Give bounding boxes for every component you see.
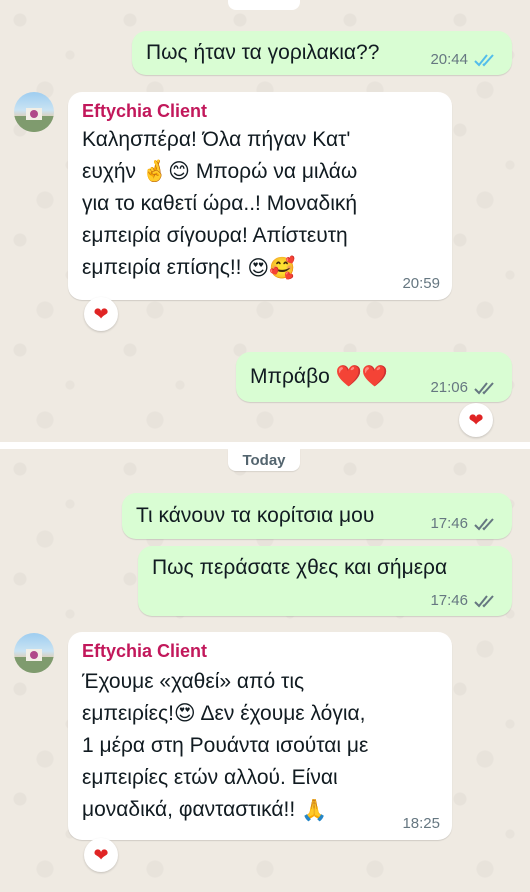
heart-reaction-icon[interactable]: ❤ [459, 403, 493, 437]
message-line: εμπειρία επίσης!! 😍🥰 [82, 252, 357, 284]
contact-avatar[interactable] [14, 633, 54, 673]
heart-eyes-emoji: 😍 [173, 702, 196, 726]
message-line-part: μοναδικά, φανταστικά!! [82, 798, 296, 822]
heart-reaction-icon[interactable]: ❤ [84, 297, 118, 331]
date-separator: Today [228, 449, 300, 471]
message-time: 18:25 [402, 815, 440, 832]
message-meta: 18:25 [402, 816, 440, 832]
smiling-face-emoji: 😊 [168, 160, 190, 184]
outgoing-message[interactable]: Μπράβο ❤️❤️ 21:06 [236, 352, 512, 402]
smiling-face-with-hearts-emoji: 🥰 [269, 256, 296, 280]
message-line: Μπράβο ❤️❤️ [250, 361, 388, 393]
incoming-message[interactable]: Eftychia Client Έχουμε «χαθεί» από τις ε… [68, 632, 452, 840]
double-check-delivered-icon [474, 518, 494, 531]
message-body: Καλησπέρα! Όλα πήγαν Κατ' ευχήν 🤞😊 Μπορώ… [82, 124, 357, 285]
incoming-message[interactable]: Eftychia Client Καλησπέρα! Όλα πήγαν Κατ… [68, 92, 452, 300]
folded-hands-emoji: 🙏 [301, 798, 328, 822]
chat-panel-earlier[interactable]: Πως ήταν τα γοριλακια?? 20:44 Eftychia C… [0, 0, 530, 442]
message-line-part: ευχήν [82, 160, 137, 183]
double-check-delivered-icon [474, 595, 494, 608]
message-text: Πως ήταν τα γοριλακια?? [146, 41, 380, 64]
message-line-part: Δεν έχουμε λόγια, [200, 702, 366, 725]
message-time: 17:46 [430, 592, 468, 609]
chat-panel-today[interactable]: Today Τι κάνουν τα κορίτσια μου 17:46 Πω… [0, 449, 530, 892]
outgoing-message[interactable]: Τι κάνουν τα κορίτσια μου 17:46 [122, 493, 512, 539]
avatar-photo [14, 108, 54, 132]
message-time: 17:46 [430, 515, 468, 532]
heart-reaction-icon[interactable]: ❤ [84, 838, 118, 872]
message-line: εμπειρίες ετών αλλού. Είναι [82, 766, 338, 790]
message-line: εμπειρία σίγουρα! Απίστευτη [82, 224, 348, 248]
message-line: Καλησπέρα! Όλα πήγαν Κατ' [82, 128, 351, 151]
outgoing-message[interactable]: Πως περάσατε χθες και σήμερα 17:46 [138, 546, 512, 616]
message-time: 20:44 [430, 51, 468, 68]
double-check-delivered-icon [474, 382, 494, 395]
double-check-read-icon [474, 54, 494, 67]
message-line-part: εμπειρία επίσης!! [82, 256, 242, 280]
message-line: ευχήν 🤞😊 Μπορώ να μιλάω [82, 156, 357, 188]
message-text: Τι κάνουν τα κορίτσια μου [136, 504, 375, 527]
date-chip-partial [228, 0, 300, 10]
avatar-photo [14, 649, 54, 673]
message-text: Πως περάσατε χθες και σήμερα [152, 556, 448, 579]
message-meta: 17:46 [430, 593, 498, 609]
message-line-part: Μπορώ να μιλάω [195, 160, 358, 183]
message-line: εμπειρίες!😍 Δεν έχουμε λόγια, [82, 698, 368, 730]
message-body: Έχουμε «χαθεί» από τις εμπειρίες!😍 Δεν έ… [82, 666, 368, 827]
red-heart-emoji: ❤️❤️ [335, 365, 388, 389]
message-meta: 20:59 [402, 276, 440, 292]
message-meta: 17:46 [430, 516, 498, 532]
message-meta: 20:44 [430, 52, 498, 68]
message-line: Έχουμε «χαθεί» από τις [82, 670, 305, 693]
sender-name: Eftychia Client [82, 641, 208, 661]
message-line: μοναδικά, φανταστικά!! 🙏 [82, 794, 368, 826]
message-line-part: εμπειρίες! [82, 702, 174, 725]
message-text: Μπράβο [250, 365, 330, 388]
message-meta: 21:06 [430, 380, 498, 396]
contact-avatar[interactable] [14, 92, 54, 132]
sender-name: Eftychia Client [82, 101, 208, 121]
crossed-fingers-emoji: 🤞 [141, 160, 169, 184]
message-time: 21:06 [430, 379, 468, 396]
message-line: 1 μέρα στη Ρουάντα ισούται με [82, 734, 369, 758]
outgoing-message[interactable]: Πως ήταν τα γοριλακια?? 20:44 [132, 31, 512, 75]
heart-eyes-emoji: 😍 [247, 256, 270, 280]
message-line: για το καθετί ώρα..! Μοναδική [82, 192, 358, 216]
message-time: 20:59 [402, 275, 440, 292]
